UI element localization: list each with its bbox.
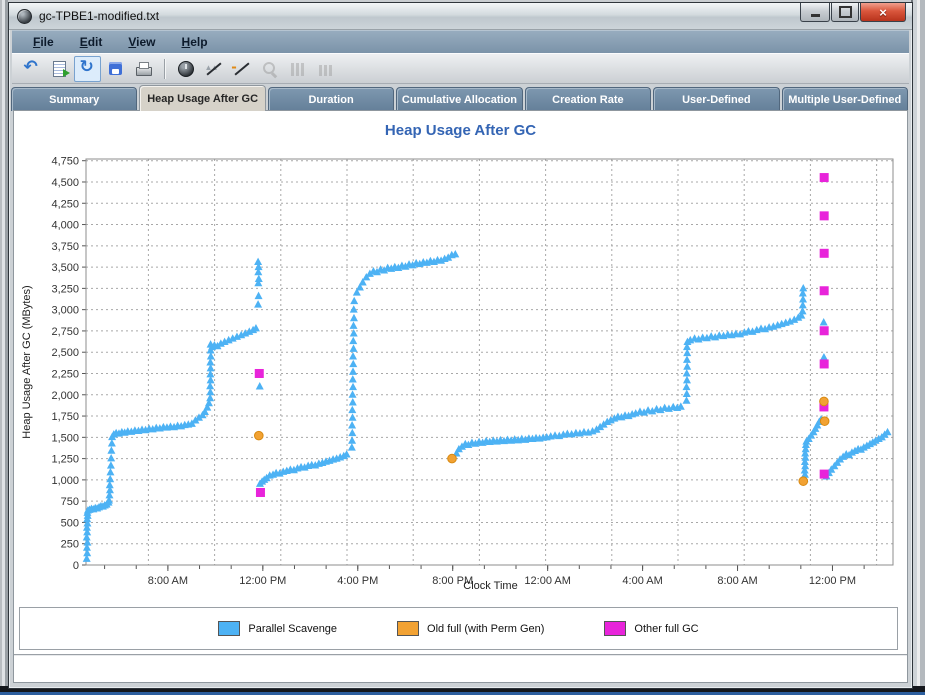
svg-text:1,500: 1,500	[51, 432, 79, 444]
undo-button[interactable]	[18, 56, 45, 82]
panel-divider	[14, 654, 907, 656]
toolbar-separator	[164, 59, 166, 79]
tab-user-defined[interactable]: User-Defined	[653, 87, 779, 111]
refresh-icon	[78, 59, 98, 79]
desktop: { "window": { "title": "gc-TPBE1-modifie…	[0, 0, 925, 695]
undo-icon	[22, 59, 42, 79]
menu-view[interactable]: View	[115, 35, 168, 49]
svg-text:1,750: 1,750	[51, 411, 79, 423]
zoom-button	[256, 56, 283, 82]
svg-text:2,750: 2,750	[51, 326, 79, 338]
svg-text:4,250: 4,250	[51, 198, 79, 210]
legend-label: Old full (with Perm Gen)	[427, 623, 544, 635]
svg-text:1,250: 1,250	[51, 454, 79, 466]
histogram-icon	[288, 59, 308, 79]
print-button[interactable]	[130, 56, 157, 82]
legend-label: Other full GC	[634, 623, 698, 635]
legend-swatch	[218, 621, 240, 636]
legend-swatch	[397, 621, 419, 636]
tab-creation-rate[interactable]: Creation Rate	[525, 87, 651, 111]
title-bar[interactable]: gc-TPBE1-modified.txt ×	[9, 3, 912, 30]
legend-item: Parallel Scavenge	[218, 621, 337, 636]
svg-text:3,500: 3,500	[51, 262, 79, 274]
tab-bar: SummaryHeap Usage After GCDurationCumula…	[11, 85, 908, 111]
menu-edit[interactable]: Edit	[67, 35, 116, 49]
svg-text:500: 500	[61, 517, 79, 529]
svg-text:4,500: 4,500	[51, 177, 79, 189]
minimize-button[interactable]	[800, 3, 830, 22]
clock-icon	[176, 59, 196, 79]
svg-text:1,000: 1,000	[51, 475, 79, 487]
svg-text:2,250: 2,250	[51, 368, 79, 380]
menu-help[interactable]: Help	[169, 35, 221, 49]
background-window-edge-left	[0, 0, 8, 695]
open-report-button[interactable]	[46, 56, 73, 82]
hide-scavenge-marks-icon	[204, 59, 224, 79]
legend-swatch	[604, 621, 626, 636]
clock-button[interactable]	[172, 56, 199, 82]
svg-text:750: 750	[61, 496, 79, 508]
minimize-icon	[811, 14, 820, 17]
svg-text:0: 0	[73, 560, 79, 572]
svg-text:250: 250	[61, 539, 79, 551]
menu-bar: FileEditViewHelp	[12, 30, 909, 53]
histogram-button	[284, 56, 311, 82]
tab-summary[interactable]: Summary	[11, 87, 137, 111]
tab-multiple-user-defined[interactable]: Multiple User-Defined	[782, 87, 908, 111]
save-button[interactable]	[102, 56, 129, 82]
svg-text:3,750: 3,750	[51, 241, 79, 253]
app-clock-icon	[17, 9, 32, 24]
svg-text:4,750: 4,750	[51, 156, 79, 168]
legend-label: Parallel Scavenge	[248, 623, 337, 635]
close-button[interactable]: ×	[860, 3, 906, 22]
save-icon	[106, 59, 126, 79]
svg-text:2,000: 2,000	[51, 390, 79, 402]
svg-text:3,000: 3,000	[51, 305, 79, 317]
hide-full-gc-marks-button[interactable]	[228, 56, 255, 82]
background-window-edge-right	[911, 0, 925, 695]
frequency-histogram-icon	[316, 59, 336, 79]
close-icon: ×	[879, 5, 887, 20]
zoom-icon	[260, 59, 280, 79]
chart-panel: Heap Usage After GC 02505007501,0001,250…	[13, 110, 908, 683]
window-controls: ×	[799, 3, 906, 22]
legend-item: Other full GC	[604, 621, 698, 636]
tab-heap-usage-after-gc[interactable]: Heap Usage After GC	[139, 85, 265, 111]
svg-text:2,500: 2,500	[51, 347, 79, 359]
maximize-button[interactable]	[831, 3, 859, 22]
frequency-histogram-button	[312, 56, 339, 82]
svg-text:4,000: 4,000	[51, 220, 79, 232]
open-report-icon	[50, 59, 70, 79]
y-axis-title: Heap Usage After GC (MBytes)	[21, 232, 33, 492]
hide-full-gc-marks-icon	[232, 59, 252, 79]
x-axis-title: Clock Time	[87, 580, 894, 592]
window-title: gc-TPBE1-modified.txt	[39, 9, 159, 23]
print-icon	[134, 59, 154, 79]
menu-file[interactable]: File	[20, 35, 67, 49]
refresh-button[interactable]	[74, 56, 101, 82]
chart-legend: Parallel Scavenge Old full (with Perm Gen…	[19, 607, 898, 650]
chart-plot: 0 250 500 750 1,000 1,250 1,500 1,750 2,000 2,250…	[14, 111, 907, 603]
tab-duration[interactable]: Duration	[268, 87, 394, 111]
hide-scavenge-marks-button[interactable]	[200, 56, 227, 82]
toolbar	[12, 53, 909, 84]
legend-item: Old full (with Perm Gen)	[397, 621, 544, 636]
tab-cumulative-allocation[interactable]: Cumulative Allocation	[396, 87, 522, 111]
svg-text:3,250: 3,250	[51, 283, 79, 295]
app-window: gc-TPBE1-modified.txt × FileEditViewHelp…	[8, 2, 913, 689]
maximize-icon	[839, 6, 852, 18]
